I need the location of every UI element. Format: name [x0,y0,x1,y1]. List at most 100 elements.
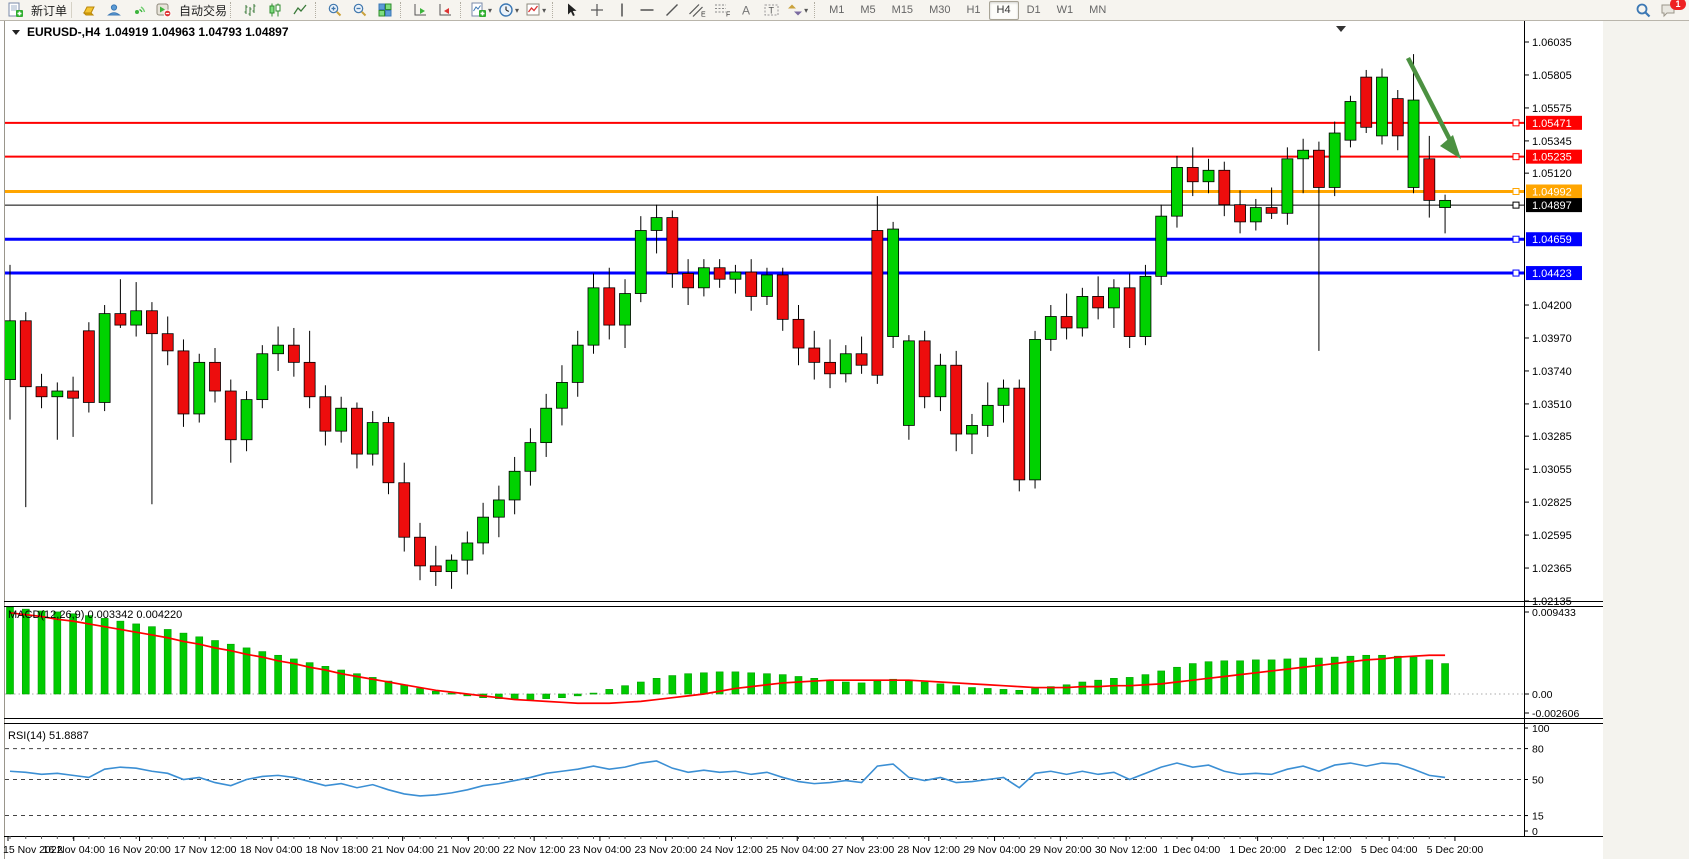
chat-button[interactable]: 1 [1657,1,1680,20]
macd-histogram-bar [417,688,424,694]
timeframe-w1[interactable]: W1 [1049,1,1082,20]
fibonacci-button[interactable]: F [710,1,733,20]
arrows-button[interactable]: ▾ [785,1,810,20]
horizontal-line-icon [639,2,655,18]
line-handle[interactable] [1513,270,1519,276]
crosshair-button[interactable] [585,1,608,20]
zoom-in-icon [327,2,343,18]
vertical-line-button[interactable] [610,1,633,20]
candle-bull [478,517,489,543]
time-axis-label: 30 Nov 12:00 [1095,844,1158,856]
text-button[interactable]: A [735,1,758,20]
chart-shift-icon [437,2,453,18]
zoom-out-icon [352,2,368,18]
rsi-axis-label: 0 [1532,826,1538,838]
zoom-out-button[interactable] [348,1,371,20]
timeframe-d1[interactable]: D1 [1019,1,1049,20]
timeframe-h4[interactable]: H4 [989,1,1019,20]
macd-histogram-bar [38,611,45,694]
community-button[interactable] [102,1,125,20]
symbol-period-label: EURUSD-,H4 [27,25,101,39]
macd-histogram-bar [874,681,881,694]
search-button[interactable] [1632,1,1655,20]
timeframe-m5[interactable]: M5 [852,1,883,20]
toolbar-grip [230,2,234,18]
cursor-button[interactable] [560,1,583,20]
macd-histogram-bar [1000,689,1007,694]
timeframe-m15[interactable]: M15 [884,1,921,20]
indicators-add-button[interactable]: ▾ [468,1,494,20]
macd-histogram-bar [700,673,707,694]
macd-histogram-bar [527,694,534,700]
timeframe-h1[interactable]: H1 [958,1,988,20]
candle-bear [683,273,694,287]
line-handle[interactable] [1513,202,1519,208]
macd-histogram-bar [1173,667,1180,694]
new-order-label[interactable]: 新订单 [31,2,67,19]
candle-bull [1376,77,1387,136]
timeframe-mn[interactable]: MN [1081,1,1114,20]
candle-bull [651,218,662,231]
rsi-axis-label: 100 [1532,723,1550,735]
toolbar-grip [315,2,319,18]
candle-bull [1156,216,1167,276]
chart-shift-button[interactable] [433,1,456,20]
macd-histogram-bar [1063,685,1070,694]
price-tick-label: 1.04200 [1532,300,1572,312]
candle-bull [1440,200,1451,207]
candle-bull [1408,100,1419,187]
trendline-button[interactable] [660,1,683,20]
autotrading-label[interactable]: 自动交易 [179,2,227,19]
macd-histogram-bar [85,616,92,694]
signals-icon [131,2,147,18]
candle-bear [951,365,962,434]
candle-bull [588,288,599,345]
new-order-button[interactable] [4,1,27,20]
line-handle[interactable] [1513,154,1519,160]
templates-button[interactable]: ▾ [523,1,548,20]
horizontal-line-button[interactable] [635,1,658,20]
price-tick-label: 1.03055 [1532,464,1572,476]
autotrading-button[interactable] [152,1,175,20]
candlestick-chart-button[interactable] [263,1,286,20]
candle-bull [761,275,772,297]
candle-bear [919,341,930,397]
equidistant-channel-button[interactable]: E [685,1,708,20]
time-axis-label: 5 Dec 04:00 [1361,844,1418,856]
chart-panel[interactable]: EURUSD-,H41.04919 1.04963 1.04793 1.0489… [0,21,1689,859]
periods-button[interactable]: ▾ [496,1,521,20]
macd-histogram-bar [890,679,897,694]
line-chart-button[interactable] [288,1,311,20]
candle-bear [793,319,804,348]
macd-histogram-bar [1079,682,1086,694]
candle-bull [541,408,552,442]
text-label-button[interactable]: T [760,1,783,20]
line-chart-icon [292,2,308,18]
search-icon [1635,2,1652,19]
candle-bear [1392,99,1403,136]
tile-windows-button[interactable] [373,1,396,20]
line-handle[interactable] [1513,236,1519,242]
panel-splitter[interactable] [4,718,1603,724]
candle-bear [872,230,883,375]
candle-bull [52,391,63,397]
price-line-badge-label: 1.04897 [1532,200,1572,212]
macd-histogram-bar [1394,656,1401,694]
signals-button[interactable] [127,1,150,20]
price-tick-label: 1.06035 [1532,37,1572,49]
line-handle[interactable] [1513,188,1519,194]
macd-histogram-bar [1016,690,1023,694]
zoom-in-button[interactable] [323,1,346,20]
macd-histogram-bar [543,694,550,699]
timeframe-m1[interactable]: M1 [821,1,852,20]
bar-chart-icon [242,2,258,18]
toolbar: 新订单 [0,0,1689,21]
macd-histogram-bar [937,684,944,694]
timeframe-m30[interactable]: M30 [921,1,958,20]
panel-splitter[interactable] [4,601,1603,607]
price-line-badge-label: 1.04423 [1532,268,1572,280]
market-watch-button[interactable] [77,1,100,20]
line-handle[interactable] [1513,120,1519,126]
bar-chart-button[interactable] [238,1,261,20]
auto-scroll-button[interactable] [408,1,431,20]
